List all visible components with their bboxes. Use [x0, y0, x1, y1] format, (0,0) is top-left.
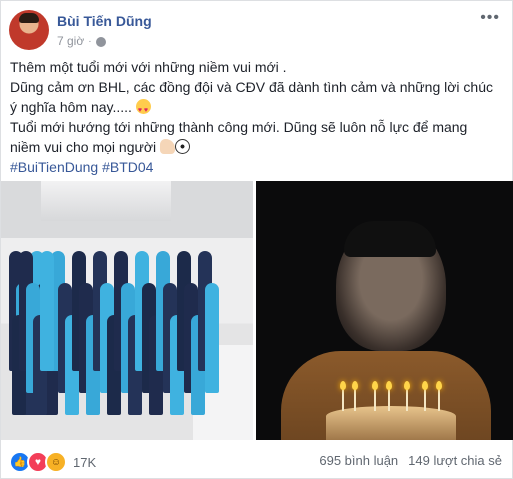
globe-icon [95, 37, 106, 47]
reaction-count[interactable]: 17K [73, 455, 96, 470]
post-line-4: Tuổi mới hướng tới những thành công mới.… [10, 119, 468, 135]
post-text: Thêm một tuổi mới với những niềm vui mới… [10, 57, 505, 177]
candle [436, 381, 442, 411]
more-options-icon[interactable]: ••• [480, 9, 500, 27]
post-line-5: niềm vui cho mọi người [10, 139, 157, 155]
soccer-ball-emoji-icon [175, 139, 191, 154]
candle [372, 381, 378, 411]
post-meta: 7 giờ · [57, 34, 106, 48]
facebook-post-card: Bùi Tiến Dũng 7 giờ · ••• Thêm một tuổi … [0, 0, 513, 479]
flexed-bicep-emoji-icon [160, 139, 176, 154]
share-count[interactable]: 149 lượt chia sẻ [408, 453, 502, 468]
candle [386, 381, 392, 411]
team-group-photo[interactable] [1, 181, 253, 440]
post-time[interactable]: 7 giờ [57, 34, 84, 48]
post-line-1: Thêm một tuổi mới với những niềm vui mới… [10, 59, 287, 75]
comment-count[interactable]: 695 bình luận [319, 453, 398, 468]
haha-reaction-icon: ☺ [45, 451, 67, 473]
team-member-figure [40, 251, 54, 371]
candle [340, 381, 346, 411]
author-name[interactable]: Bùi Tiến Dũng [57, 13, 152, 29]
candle [404, 381, 410, 411]
hashtag-btd04[interactable]: #BTD04 [102, 159, 153, 175]
separator-dot: · [88, 35, 92, 47]
candle [352, 381, 358, 411]
hashtag-buitiendung[interactable]: #BuiTienDung [10, 159, 98, 175]
reactions-summary[interactable]: 👍 ♥ ☺ 17K [9, 451, 96, 473]
birthday-cake-photo[interactable] [256, 181, 513, 440]
candle [422, 381, 428, 411]
post-line-3: ý nghĩa hôm nay..... [10, 99, 132, 115]
team-member-figure [205, 283, 219, 393]
avatar[interactable] [9, 10, 49, 50]
post-stats: 695 bình luận 149 lượt chia sẻ [319, 453, 502, 468]
heart-eyes-emoji-icon [135, 99, 151, 121]
post-line-2: Dũng cảm ơn BHL, các đồng đội và CĐV đã … [10, 79, 493, 95]
